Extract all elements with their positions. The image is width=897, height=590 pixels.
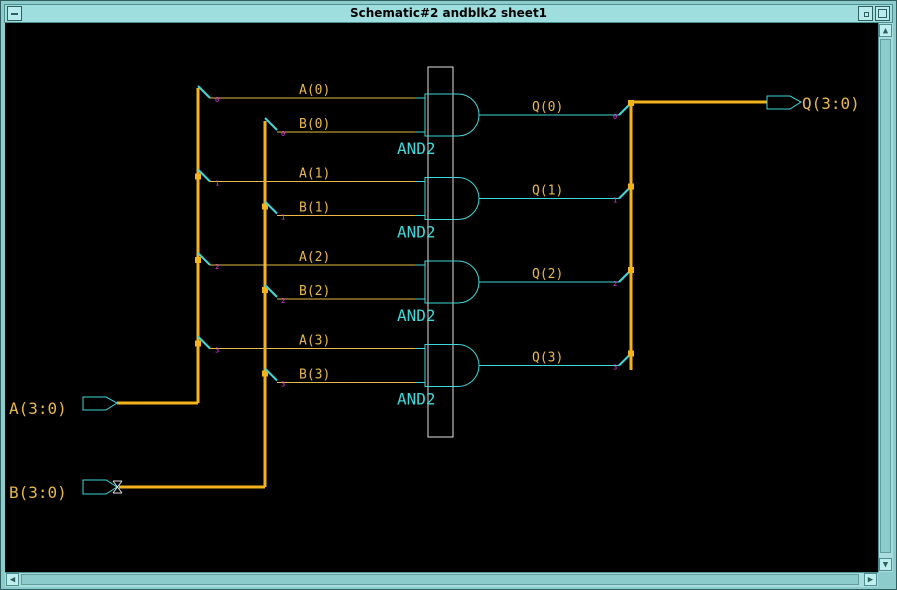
and2-symbol[interactable] — [424, 93, 480, 137]
bit-index-a: 3 — [215, 347, 219, 355]
bit-index-a: 2 — [215, 263, 219, 271]
bus-a-tap — [195, 340, 201, 347]
scroll-down-icon[interactable]: ▼ — [879, 558, 892, 571]
bit-index-q: 0 — [613, 113, 617, 121]
and2-gate-0[interactable]: A(0) B(0) Q(0) AND2 0 0 0 — [197, 83, 634, 158]
instance-selection-box — [427, 66, 454, 438]
port-q[interactable]: Q(3:0) — [766, 94, 860, 113]
net-q-label: Q(2) — [532, 267, 563, 282]
bus-q[interactable] — [629, 100, 767, 370]
bus-b[interactable] — [119, 121, 267, 489]
bus-a-tap — [195, 257, 201, 263]
schematic-drawing[interactable]: A(0)B(0)Q(0)AND2000A(1)B(1)Q(1)AND2111A(… — [5, 23, 878, 572]
net-q-label: Q(1) — [532, 184, 563, 199]
vertical-scroll-thumb[interactable] — [880, 39, 891, 553]
and2-gate-2[interactable]: A(2) B(2) Q(2) AND2 2 2 2 — [195, 250, 634, 325]
bit-index-q: 1 — [613, 197, 617, 205]
scroll-right-icon[interactable]: ▶ — [864, 573, 877, 586]
window-title: Schematic#2 andblk2 sheet1 — [349, 6, 548, 20]
bus-q-tap — [628, 350, 634, 357]
and2-symbol[interactable] — [424, 177, 480, 220]
port-b-label: B(3:0) — [9, 483, 67, 502]
net-b-label: B(0) — [299, 117, 330, 132]
bit-index-b: 1 — [281, 214, 285, 222]
bus-q-tap — [628, 183, 634, 190]
bus-a[interactable] — [117, 88, 200, 405]
bit-index-q: 2 — [613, 280, 617, 288]
bit-index-b: 3 — [281, 381, 285, 389]
port-a-label: A(3:0) — [9, 399, 67, 418]
gate-type-label: AND2 — [397, 139, 436, 158]
net-b-label: B(2) — [299, 284, 330, 299]
scroll-left-icon[interactable]: ◀ — [6, 573, 19, 586]
bus-q-tap — [628, 100, 634, 106]
vertical-scrollbar[interactable]: ▲ ▼ — [878, 23, 893, 572]
net-q-label: Q(3) — [532, 351, 563, 366]
horizontal-scrollbar[interactable]: ◀ ▶ — [5, 572, 878, 587]
gate-type-label: AND2 — [397, 306, 436, 325]
net-a-label: A(0) — [299, 83, 330, 98]
bus-a-tap — [195, 173, 201, 180]
bit-index-a: 0 — [215, 96, 219, 104]
net-a-label: A(2) — [299, 250, 330, 265]
bus-q-tap — [628, 267, 634, 273]
bit-index-b: 2 — [281, 297, 285, 305]
schematic-canvas[interactable]: A(0) B(0) Q(0) AND2 0 0 0 A(1) B(1) Q(1) AND2 1 1 1 A(… — [5, 23, 878, 572]
schematic-window: Schematic#2 andblk2 sheet1 A(0) B(0) Q(0) — [0, 0, 897, 590]
gate-type-label: AND2 — [397, 390, 436, 409]
minimize-icon[interactable] — [858, 6, 873, 21]
maximize-icon[interactable] — [875, 6, 890, 21]
and2-symbol[interactable] — [424, 260, 480, 304]
net-b-label: B(3) — [299, 368, 330, 383]
net-a-label: A(1) — [299, 167, 330, 182]
net-q-label: Q(0) — [532, 100, 563, 115]
title-bar[interactable]: Schematic#2 andblk2 sheet1 — [4, 4, 893, 23]
and2-gate-3[interactable]: A(3) B(3) Q(3) AND2 3 3 3 — [195, 334, 634, 409]
net-b-label: B(1) — [299, 201, 330, 216]
port-q-label: Q(3:0) — [802, 94, 860, 113]
horizontal-scroll-thumb[interactable] — [21, 574, 859, 585]
bit-index-a: 1 — [215, 180, 219, 188]
bit-index-q: 3 — [613, 364, 617, 372]
bit-index-b: 0 — [281, 130, 285, 138]
and2-gate-1[interactable]: A(1) B(1) Q(1) AND2 1 1 1 — [195, 167, 634, 242]
bus-b-ripper — [264, 117, 278, 131]
scroll-corner — [878, 572, 893, 587]
and2-symbol[interactable] — [424, 344, 480, 387]
port-b[interactable]: B(3:0) — [9, 479, 123, 502]
port-a[interactable]: A(3:0) — [9, 396, 118, 418]
scroll-up-icon[interactable]: ▲ — [879, 24, 892, 37]
bus-a-ripper — [197, 85, 211, 99]
gate-type-label: AND2 — [397, 223, 436, 242]
net-a-label: A(3) — [299, 334, 330, 349]
